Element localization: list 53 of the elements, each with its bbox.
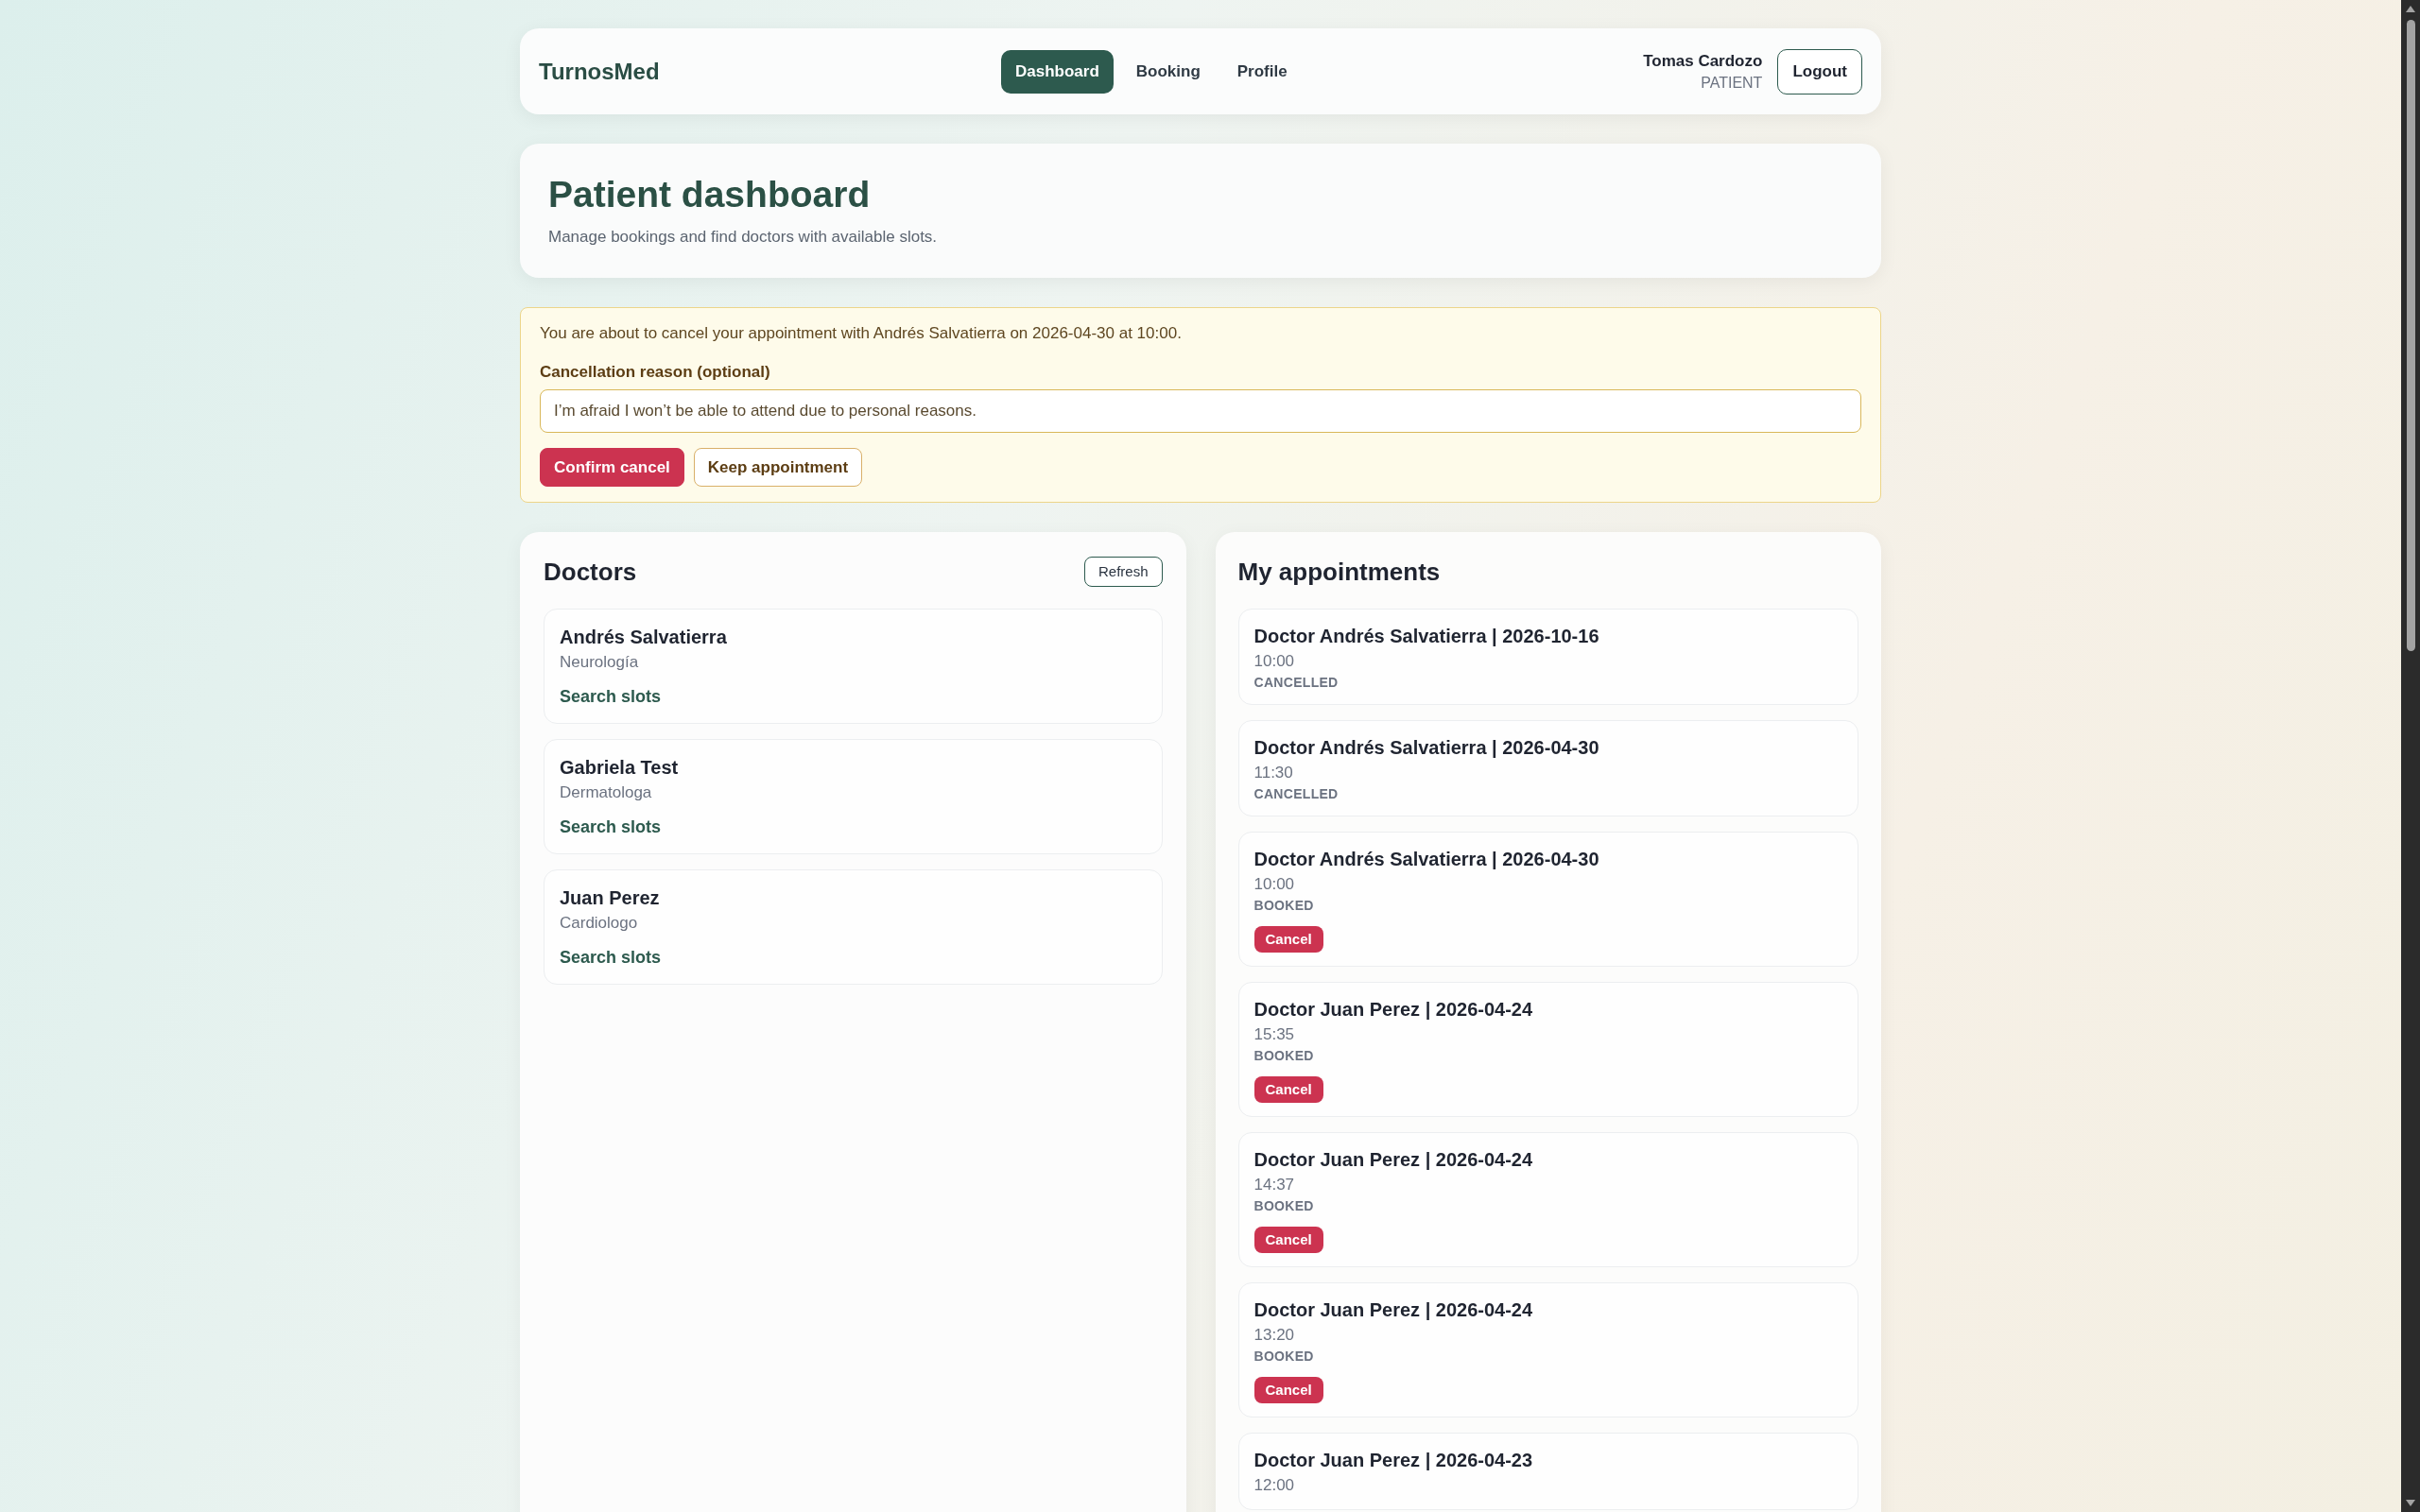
nav-tab[interactable]: Booking [1121, 49, 1215, 94]
appointment-status: CANCELLED [1253, 674, 1339, 691]
appointment-title: Doctor Andrés Salvatierra | 2026-04-30 [1253, 736, 1599, 760]
cancel-appointment-button[interactable]: Cancel [1253, 1227, 1323, 1253]
appointment-status: BOOKED [1253, 1047, 1314, 1064]
appointment-status: BOOKED [1253, 1348, 1314, 1365]
page-subtitle: Manage bookings and find doctors with available slots. [548, 227, 938, 248]
reason-input[interactable]: I’m afraid I won’t be able to attend due to personal reasons. [540, 389, 1861, 433]
appointment-title: Doctor Andrés Salvatierra | 2026-10-16 [1253, 625, 1599, 648]
scroll-down-icon[interactable] [2406, 1500, 2415, 1506]
appointment-time: 12:00 [1253, 1475, 1295, 1496]
appointments-heading: My appointments [1237, 557, 1441, 588]
doctor-name: Andrés Salvatierra [560, 626, 727, 649]
refresh-button[interactable]: Refresh [1083, 557, 1163, 587]
search-slots-link[interactable]: Search slots [560, 685, 662, 708]
confirm-cancel-button[interactable]: Confirm cancel [540, 448, 684, 487]
scrollbar-thumb[interactable] [2406, 20, 2415, 651]
appointment-title: Doctor Juan Perez | 2026-04-23 [1253, 1449, 1533, 1472]
appointment-title: Doctor Andrés Salvatierra | 2026-04-30 [1253, 848, 1599, 871]
appointment-time: 14:37 [1253, 1175, 1295, 1195]
doctor-specialty: Cardiologo [560, 913, 638, 934]
appointment-title: Doctor Juan Perez | 2026-04-24 [1253, 1148, 1533, 1172]
nav-tab[interactable]: Dashboard [1001, 49, 1114, 94]
nav-tab[interactable]: Profile [1222, 49, 1302, 94]
appointment-time: 13:20 [1253, 1325, 1295, 1346]
appointment-title: Doctor Juan Perez | 2026-04-24 [1253, 998, 1533, 1022]
appointment-status: BOOKED [1253, 897, 1314, 914]
logout-button[interactable]: Logout [1777, 48, 1862, 94]
cancel-appointment-button[interactable]: Cancel [1253, 1377, 1323, 1403]
doctor-name: Juan Perez [560, 886, 660, 910]
search-slots-link[interactable]: Search slots [560, 946, 662, 969]
brand-logo-text[interactable]: TurnosMed [539, 54, 660, 89]
scroll-up-icon[interactable] [2406, 6, 2415, 12]
appointment-time: 10:00 [1253, 651, 1295, 672]
doctors-heading: Doctors [544, 557, 637, 588]
appointment-time: 11:30 [1253, 763, 1293, 783]
appointment-status: BOOKED [1253, 1197, 1314, 1214]
user-role: PATIENT [1701, 73, 1763, 93]
doctor-name: Gabriela Test [560, 756, 679, 780]
appointment-status: CANCELLED [1253, 785, 1339, 802]
search-slots-link[interactable]: Search slots [560, 816, 662, 838]
cancel-appointment-button[interactable]: Cancel [1253, 926, 1323, 953]
appointment-time: 10:00 [1253, 874, 1295, 895]
doctor-specialty: Dermatologa [560, 782, 652, 803]
cancel-message: You are about to cancel your appointment with Andrés Salvatierra on 2026-04-30 at 10:00. [540, 323, 1182, 344]
reason-label: Cancellation reason (optional) [540, 362, 770, 383]
cancel-appointment-button[interactable]: Cancel [1253, 1076, 1323, 1103]
page-title: Patient dashboard [548, 174, 871, 215]
doctor-specialty: Neurología [560, 652, 639, 673]
keep-appointment-button[interactable]: Keep appointment [693, 448, 863, 487]
user-name: Tomas Cardozo [1643, 50, 1763, 72]
appointment-time: 15:35 [1253, 1024, 1295, 1045]
appointment-title: Doctor Juan Perez | 2026-04-24 [1253, 1298, 1533, 1322]
